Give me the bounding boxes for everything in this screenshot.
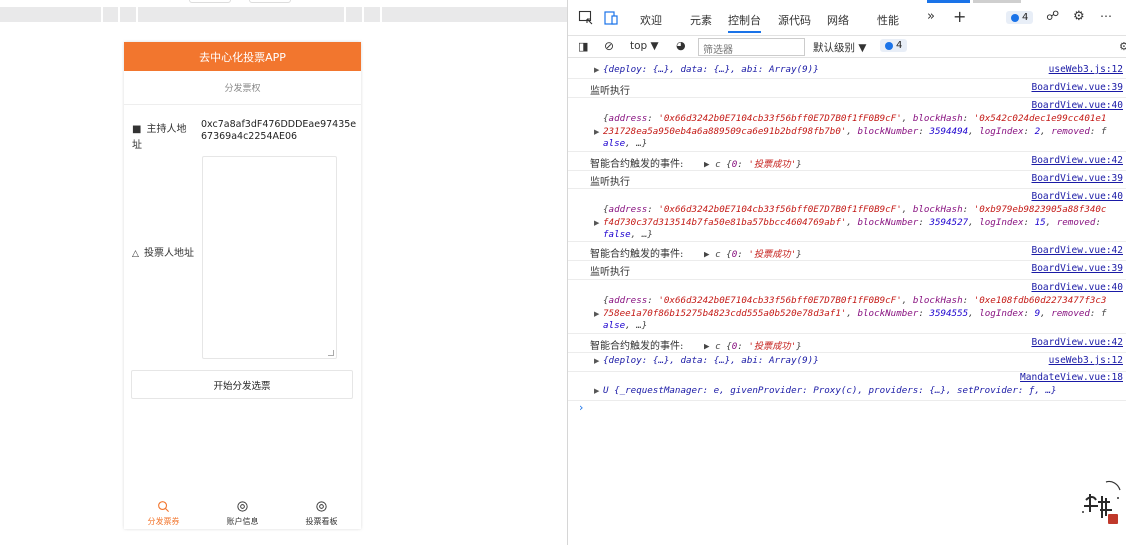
inspect-icon[interactable] (578, 10, 594, 26)
tab-sources[interactable]: 源代码 (778, 12, 811, 28)
console-prompt[interactable]: › (579, 401, 583, 414)
tab-performance[interactable]: 性能 (877, 12, 899, 28)
console-line[interactable]: 智能合约触发的事件: ▶ c {0: '投票成功'} BoardView.vue… (568, 152, 1126, 170)
issues-badge[interactable]: 4 (1006, 11, 1034, 24)
devtools-panel: 欢迎 元素 控制台 源代码 网络 性能 » + 4 ☍ ⚙ ⋯ ◨ ⊘ top … (567, 0, 1126, 545)
console-line[interactable]: ▶ {deploy: {…}, data: {…}, abi: Array(9)… (568, 353, 1126, 371)
section-title: 分发票权 (124, 71, 361, 105)
level-badge[interactable]: 4 (880, 39, 908, 52)
device-ruler (0, 7, 567, 22)
console-toolbar: ◨ ⊘ top ▼ ◕ 筛选器 默认级别 ▼ 4 ⚙ (568, 36, 1126, 58)
tab-distribute[interactable]: 分发票券 (124, 496, 203, 529)
message-icon (1011, 13, 1019, 22)
tab-elements[interactable]: 元素 (690, 12, 712, 28)
connect-icon[interactable]: ☍ (1046, 9, 1059, 24)
tab-network[interactable]: 网络 (827, 12, 849, 28)
gear-icon (316, 501, 327, 512)
tab-console[interactable]: 控制台 (728, 12, 761, 33)
start-distribute-button[interactable]: 开始分发选票 (131, 370, 353, 399)
console-line: 监听执行 BoardView.vue:39 (590, 173, 1123, 188)
users-icon: △ (132, 249, 139, 259)
gear-icon (237, 501, 248, 512)
eye-icon[interactable]: ◕ (676, 39, 686, 52)
add-tab-icon[interactable]: + (953, 7, 966, 26)
screen: 去中心化投票APP 分发票权 ■ 主持人地址 0xc7a8af3dF476DDD… (0, 0, 1126, 545)
tab-welcome[interactable]: 欢迎 (640, 12, 662, 28)
message-icon (885, 41, 893, 50)
log-level-select[interactable]: 默认级别 ▼ (813, 40, 866, 55)
host-label: ■ 主持人地址 (132, 124, 187, 151)
settings-icon[interactable]: ⚙ (1119, 40, 1126, 53)
filter-input[interactable]: 筛选器 (698, 38, 805, 56)
host-address: 0xc7a8af3dF476DDDEae97435e67369a4c2254AE… (201, 119, 357, 142)
gear-icon[interactable]: ⚙ (1073, 9, 1085, 24)
voter-label: △ 投票人地址 (132, 248, 195, 259)
device-toggle-icon[interactable] (603, 10, 619, 26)
page-title: 去中心化投票APP (124, 42, 361, 71)
console-event-line[interactable]: BoardView.vue:40 {address: '0x66d3242b0E… (568, 280, 1126, 332)
console-line: 监听执行 BoardView.vue:39 (590, 82, 1123, 97)
top-toolbar-stub (189, 0, 231, 3)
tab-board[interactable]: 投票看板 (282, 496, 361, 529)
user-icon: ■ (132, 124, 142, 135)
more-icon[interactable]: ⋯ (1100, 9, 1112, 23)
phone-frame: 去中心化投票APP 分发票权 ■ 主持人地址 0xc7a8af3dF476DDD… (124, 42, 361, 529)
search-icon (158, 501, 170, 513)
bottom-tabbar: 分发票券 账户信息 投票看板 (124, 496, 361, 529)
console-line[interactable]: 智能合约触发的事件: ▶ c {0: '投票成功'} BoardView.vue… (568, 242, 1126, 260)
console-line[interactable]: ▶ {deploy: {…}, data: {…}, abi: Array(9)… (568, 59, 1126, 77)
console-event-line[interactable]: BoardView.vue:40 {address: '0x66d3242b0E… (568, 189, 1126, 241)
context-selector[interactable]: top ▼ (630, 40, 659, 52)
console-line[interactable]: 智能合约触发的事件: ▶ c {0: '投票成功'} BoardView.vue… (568, 334, 1126, 352)
console-event-line[interactable]: BoardView.vue:40 {address: '0x66d3242b0E… (568, 98, 1126, 150)
watermark-seal (1082, 480, 1121, 524)
clear-console-icon[interactable]: ⊘ (604, 39, 614, 53)
sidebar-toggle-icon[interactable]: ◨ (578, 40, 588, 53)
voter-address-textarea[interactable] (202, 156, 337, 359)
more-tabs-icon[interactable]: » (927, 9, 935, 24)
console-line: 监听执行 BoardView.vue:39 (590, 263, 1123, 278)
devtools-tabbar: 欢迎 元素 控制台 源代码 网络 性能 » + 4 ☍ ⚙ ⋯ (568, 0, 1126, 36)
tab-account[interactable]: 账户信息 (203, 496, 282, 529)
console-line[interactable]: MandateView.vue:18 ▶ U {_requestManager:… (568, 372, 1126, 400)
app-preview: 去中心化投票APP 分发票权 ■ 主持人地址 0xc7a8af3dF476DDD… (0, 0, 567, 545)
top-toolbar-stub (249, 0, 291, 3)
